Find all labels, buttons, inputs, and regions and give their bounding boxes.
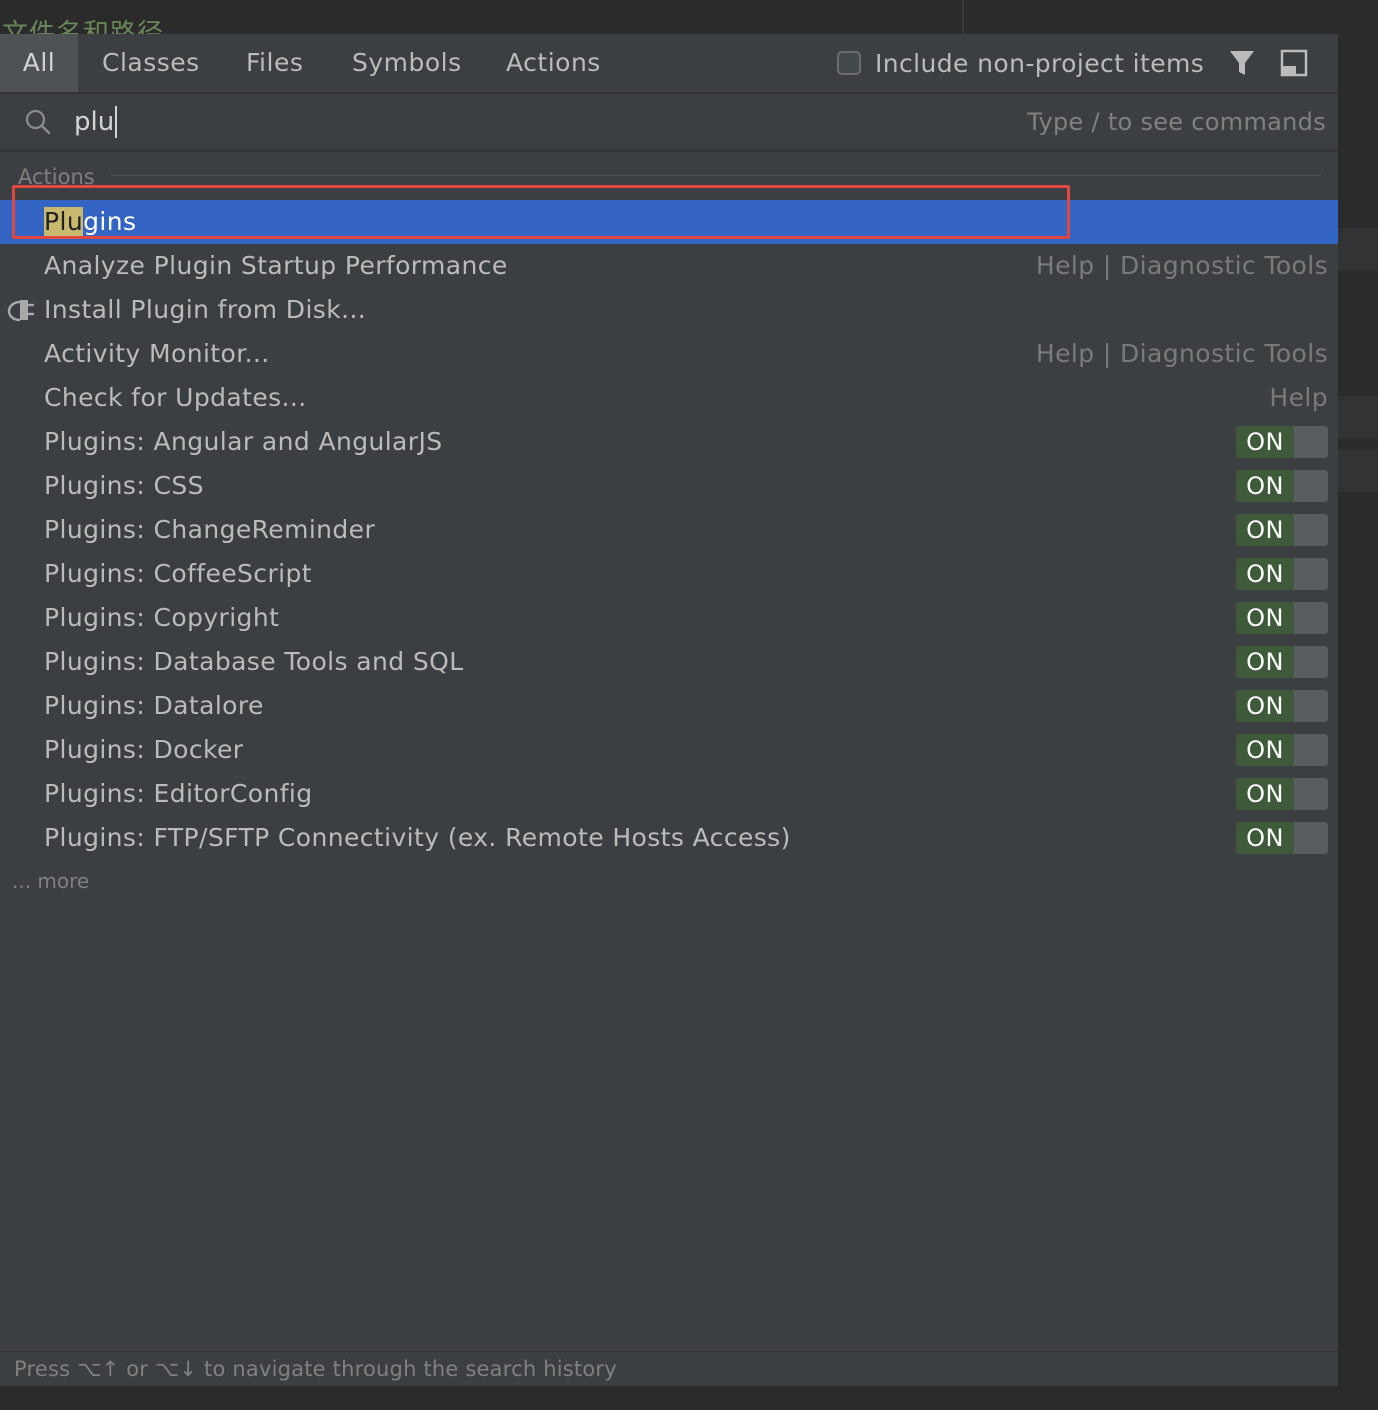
editor-background: 文件名和路径 (0, 0, 1378, 34)
editor-strip-block (1338, 228, 1378, 270)
result-item-plugin-changereminder[interactable]: Plugins: ChangeReminder ON (0, 508, 1338, 552)
result-item-analyze-plugin-startup[interactable]: Analyze Plugin Startup Performance Help … (0, 244, 1338, 288)
plugin-toggle[interactable]: ON (1236, 470, 1328, 502)
result-label: Plugins: ChangeReminder (44, 515, 376, 544)
result-label: Plugins: Copyright (44, 603, 280, 632)
section-header-actions: Actions (18, 165, 95, 189)
result-label: Plugins (44, 200, 136, 244)
result-label: Plugins: Docker (44, 735, 244, 764)
search-icon (25, 109, 51, 135)
include-non-project-checkbox[interactable] (837, 51, 861, 75)
result-label: Plugins: Datalore (44, 691, 264, 720)
result-label: Plugins: CSS (44, 471, 204, 500)
toggle-knob (1294, 822, 1328, 854)
filter-icon[interactable] (1228, 48, 1256, 78)
include-non-project-label: Include non-project items (875, 48, 1205, 78)
toggle-knob (1294, 778, 1328, 810)
result-item-plugin-copyright[interactable]: Plugins: Copyright ON (0, 596, 1338, 640)
plugin-toggle[interactable]: ON (1236, 514, 1328, 546)
result-item-plugin-css[interactable]: Plugins: CSS ON (0, 464, 1338, 508)
toggle-knob (1294, 690, 1328, 722)
toggle-knob (1294, 514, 1328, 546)
result-item-plugins[interactable]: Plugins (0, 200, 1338, 244)
plugin-toggle[interactable]: ON (1236, 602, 1328, 634)
toggle-state: ON (1236, 646, 1294, 678)
footer-bar: Press ⌥↑ or ⌥↓ to navigate through the s… (0, 1351, 1338, 1386)
footer-hint: Press ⌥↑ or ⌥↓ to navigate through the s… (14, 1357, 617, 1381)
toggle-knob (1294, 646, 1328, 678)
search-row: plu Type / to see commands (0, 94, 1338, 152)
editor-strip-block (1338, 396, 1378, 438)
toggle-state: ON (1236, 734, 1294, 766)
toggle-state: ON (1236, 778, 1294, 810)
search-hint: Type / to see commands (1027, 108, 1326, 136)
more-results-link[interactable]: ... more (12, 866, 89, 896)
result-label-rest: gins (83, 207, 137, 236)
tab-files[interactable]: Files (246, 34, 303, 92)
toggle-knob (1294, 426, 1328, 458)
toggle-knob (1294, 734, 1328, 766)
toggle-state: ON (1236, 690, 1294, 722)
result-label: Check for Updates... (44, 383, 307, 412)
result-item-activity-monitor[interactable]: Activity Monitor... Help | Diagnostic To… (0, 332, 1338, 376)
editor-divider (962, 0, 964, 34)
result-item-plugin-angular[interactable]: Plugins: Angular and AngularJS ON (0, 420, 1338, 464)
toggle-knob (1294, 558, 1328, 590)
toggle-state: ON (1236, 426, 1294, 458)
result-item-check-for-updates[interactable]: Check for Updates... Help (0, 376, 1338, 420)
search-input[interactable]: plu (74, 104, 118, 140)
result-item-install-plugin-from-disk[interactable]: Install Plugin from Disk... (0, 288, 1338, 332)
tab-classes[interactable]: Classes (102, 34, 200, 92)
result-location: Help (1269, 383, 1328, 412)
toggle-state: ON (1236, 470, 1294, 502)
result-label: Plugins: Angular and AngularJS (44, 427, 443, 456)
result-label: Analyze Plugin Startup Performance (44, 251, 508, 280)
text-caret (115, 106, 118, 138)
include-non-project-option[interactable]: Include non-project items (837, 34, 1204, 92)
result-item-plugin-docker[interactable]: Plugins: Docker ON (0, 728, 1338, 772)
result-location: Help | Diagnostic Tools (1035, 251, 1328, 280)
result-label: Plugins: EditorConfig (44, 779, 313, 808)
tab-all[interactable]: All (0, 34, 78, 92)
result-item-plugin-editorconfig[interactable]: Plugins: EditorConfig ON (0, 772, 1338, 816)
result-item-plugin-ftp-sftp[interactable]: Plugins: FTP/SFTP Connectivity (ex. Remo… (0, 816, 1338, 860)
editor-background-text: 文件名和路径 (2, 19, 165, 34)
result-label: Plugins: CoffeeScript (44, 559, 312, 588)
toggle-state: ON (1236, 558, 1294, 590)
toggle-state: ON (1236, 514, 1294, 546)
preview-panel-icon[interactable] (1280, 49, 1308, 77)
match-highlight: Plu (44, 207, 84, 236)
plugin-toggle[interactable]: ON (1236, 778, 1328, 810)
toggle-knob (1294, 470, 1328, 502)
tab-bar: All Classes Files Symbols Actions Includ… (0, 34, 1338, 94)
result-item-plugin-coffeescript[interactable]: Plugins: CoffeeScript ON (0, 552, 1338, 596)
toggle-state: ON (1236, 602, 1294, 634)
result-label: Activity Monitor... (44, 339, 270, 368)
editor-strip-block (1338, 450, 1378, 492)
result-location: Help | Diagnostic Tools (1035, 339, 1328, 368)
result-label: Plugins: FTP/SFTP Connectivity (ex. Remo… (44, 823, 791, 852)
result-label: Plugins: Database Tools and SQL (44, 647, 464, 676)
tab-symbols[interactable]: Symbols (352, 34, 462, 92)
plugin-toggle[interactable]: ON (1236, 734, 1328, 766)
section-divider (110, 175, 1322, 176)
search-everywhere-popup: All Classes Files Symbols Actions Includ… (0, 34, 1338, 1386)
plugin-toggle[interactable]: ON (1236, 822, 1328, 854)
plugin-toggle[interactable]: ON (1236, 426, 1328, 458)
result-label: Install Plugin from Disk... (44, 295, 367, 324)
editor-right-strip (1338, 34, 1378, 1410)
plugin-toggle[interactable]: ON (1236, 558, 1328, 590)
plugin-icon (7, 300, 34, 322)
search-input-value: plu (74, 107, 115, 137)
toggle-state: ON (1236, 822, 1294, 854)
toggle-knob (1294, 602, 1328, 634)
plugin-toggle[interactable]: ON (1236, 690, 1328, 722)
tab-actions[interactable]: Actions (506, 34, 601, 92)
result-item-plugin-database-tools[interactable]: Plugins: Database Tools and SQL ON (0, 640, 1338, 684)
editor-bottom (0, 1386, 1378, 1410)
result-item-plugin-datalore[interactable]: Plugins: Datalore ON (0, 684, 1338, 728)
plugin-toggle[interactable]: ON (1236, 646, 1328, 678)
